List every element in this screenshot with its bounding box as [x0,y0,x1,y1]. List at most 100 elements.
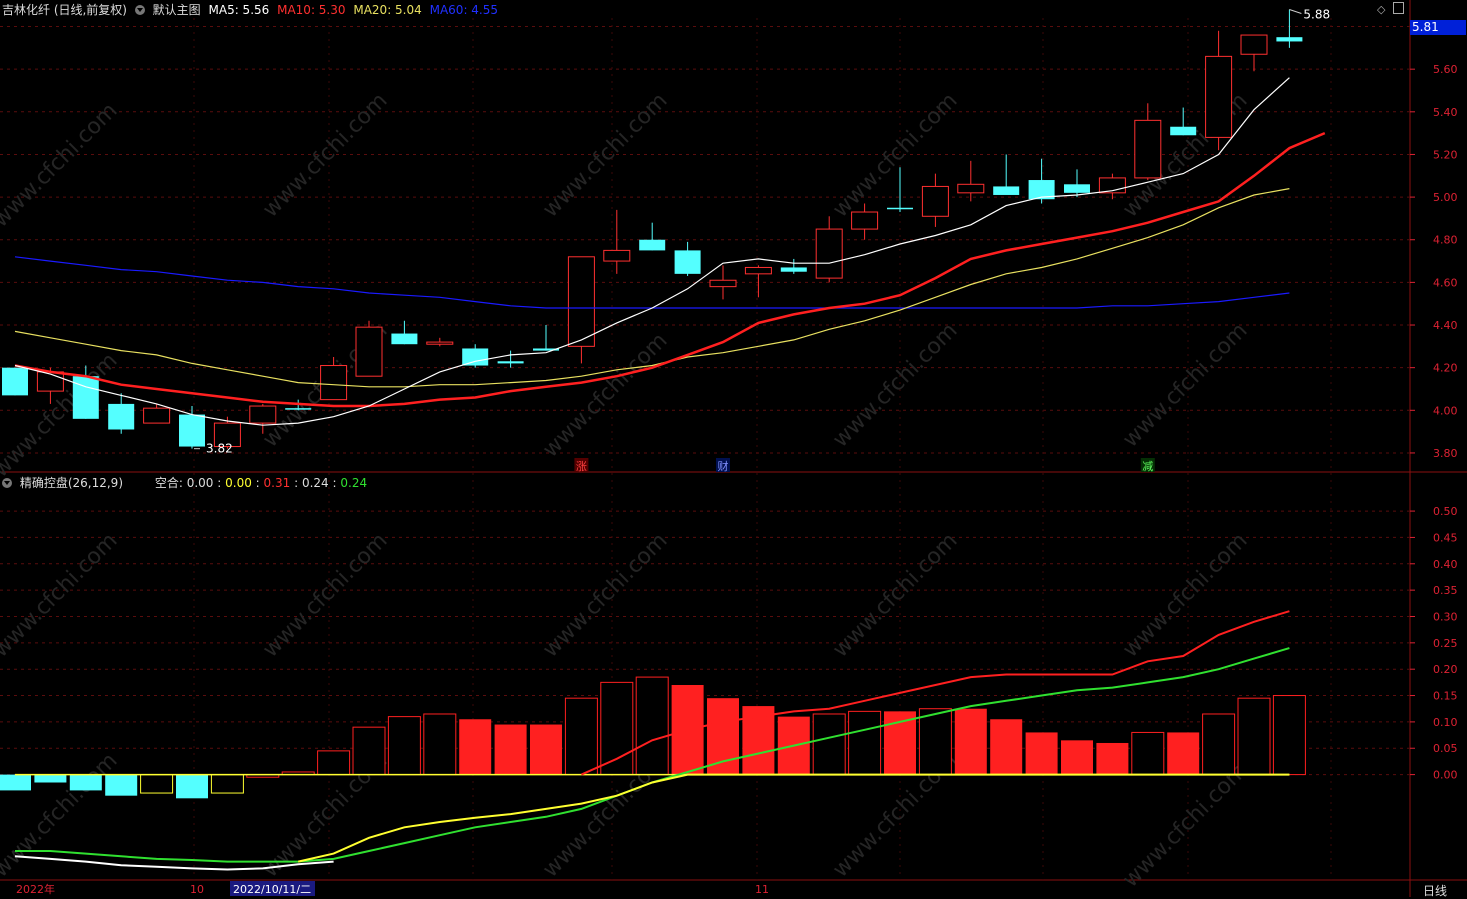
ma60-label: MA60: 4.55 [429,3,499,17]
indicator-bar [317,750,351,776]
indicator-bar [1167,732,1200,775]
indicator-bar [210,774,244,794]
indicator-bar [1237,697,1271,776]
main-chart-label[interactable]: 默认主图 [153,3,201,17]
indicator-bar [918,708,952,776]
candle-body-up [320,365,348,401]
indicator-bar [848,710,882,776]
price-axis-label: 5.20 [1433,148,1458,161]
watermark-text: www.cfchi.com [828,528,962,662]
watermark-text: www.cfchi.com [1118,318,1252,452]
indicator-axis-label: 0.10 [1433,716,1458,729]
event-marker-event2: 财 [718,459,729,473]
candle-body-up [249,405,277,424]
x-axis-label-month11: 11 [755,883,769,896]
ma10-line [14,131,1326,408]
candle-body-up [709,279,737,288]
candle-body-down [2,367,28,396]
price-axis-label: 5.40 [1433,106,1458,119]
price-axis-label: 4.40 [1433,319,1458,332]
period-label[interactable]: 日线 [1423,882,1447,899]
price-axis-label: 4.20 [1433,362,1458,375]
candle-body-up [851,211,879,230]
indicator-bar [600,681,634,776]
candle-body-up [921,185,949,217]
candle-body-down [72,376,99,419]
candle-body-down [887,207,913,210]
stock-label[interactable]: 吉林化纤 (日线,前复权) [2,3,127,17]
indicator-axis-label: 0.25 [1433,637,1458,650]
price-axis-label: 4.00 [1433,404,1458,417]
indicator-value-5: 0.24 [340,476,368,490]
indicator-axis-label: 0.45 [1433,531,1458,544]
indicator-bar [0,774,31,791]
indicator-name[interactable]: 精确控盘(26,12,9) [20,476,123,490]
indicator-axis-label: 0.00 [1433,769,1458,782]
indicator-value-1: 0.00 [186,476,214,490]
indicator-bar [1025,732,1058,775]
main-chart-toggle-icon[interactable] [134,5,145,15]
diamond-icon[interactable]: ◇ [1377,3,1385,16]
indicator-bar [812,713,846,776]
indicator-bar [1272,695,1306,776]
candle-body-up [1240,34,1268,55]
indicator-sep-4: : [332,476,337,490]
chart-canvas[interactable]: www.cfchi.com www.cfchi.com www.cfchi.com w… [0,0,1467,897]
indicator-bar [954,708,987,775]
watermark-text: www.cfchi.com [828,318,962,452]
watermark-text: www.cfchi.com [0,748,123,882]
candle-body-up [143,407,171,424]
candle-body-up [426,341,454,345]
x-axis-label-cursor_date: 2022/10/11/二 [233,883,311,896]
current-price-tag: 5.81 [1410,20,1466,35]
ma5-label: MA5: 5.56 [208,3,270,17]
indicator-bar [69,774,102,791]
ma5-line [14,77,1290,426]
candle-body-down [1170,126,1197,136]
candle-body-up [1134,119,1162,179]
indicator-bar [459,719,492,775]
indicator-header: 精确控盘(26,12,9) 空合: 0.00 : 0.00 : 0.31 : 0… [2,474,367,491]
watermark-text: www.cfchi.com [0,528,123,662]
indicator-sep-3: : [294,476,299,490]
candle-body-down [780,267,807,272]
ma10-label: MA10: 5.30 [277,3,346,17]
ma20-label: MA20: 5.04 [353,3,422,17]
indicator-yellow-line [297,773,1290,863]
indicator-axis-label: 0.15 [1433,690,1458,703]
candle-body-down [639,239,666,251]
candle-body-down [462,348,489,366]
x-axis-label-month10: 10 [190,883,204,896]
price-axis-label: 5.60 [1433,63,1458,76]
watermark-text: www.cfchi.com [1118,758,1252,892]
candle-body-down [497,361,524,364]
watermark-text: www.cfchi.com [538,88,672,222]
candle-body-down [179,414,205,447]
indicator-bar [1202,713,1236,776]
indicator-value-2: 0.00 [225,476,252,490]
candle-body-up [957,183,985,194]
indicator-value-4: 0.24 [301,476,329,490]
candle-body-down [1276,37,1303,42]
indicator-axis-label: 0.30 [1433,610,1458,623]
indicator-bar [884,711,916,775]
window-icon[interactable] [1392,2,1404,14]
indicator-bar [176,774,208,799]
indicator-bar [635,676,669,776]
indicator-sep-2: : [255,476,260,490]
price-chart [2,9,1303,449]
indicator-axis-label: 0.05 [1433,742,1458,755]
indicator-bar [494,724,527,775]
indicator-bar [1061,740,1093,775]
candle-body-up [1205,55,1233,138]
candle-body-up [36,371,64,392]
candle-body-up [744,266,772,275]
price-axis-label: 4.60 [1433,276,1458,289]
indicator-bar [530,724,562,775]
indicator-toggle-icon[interactable] [2,478,12,488]
indicator-bar [387,716,421,776]
candle-body-up [603,249,631,262]
candle-body-down [1064,184,1090,193]
indicator-chart [0,610,1306,871]
indicator-sep-1: : [217,476,222,490]
